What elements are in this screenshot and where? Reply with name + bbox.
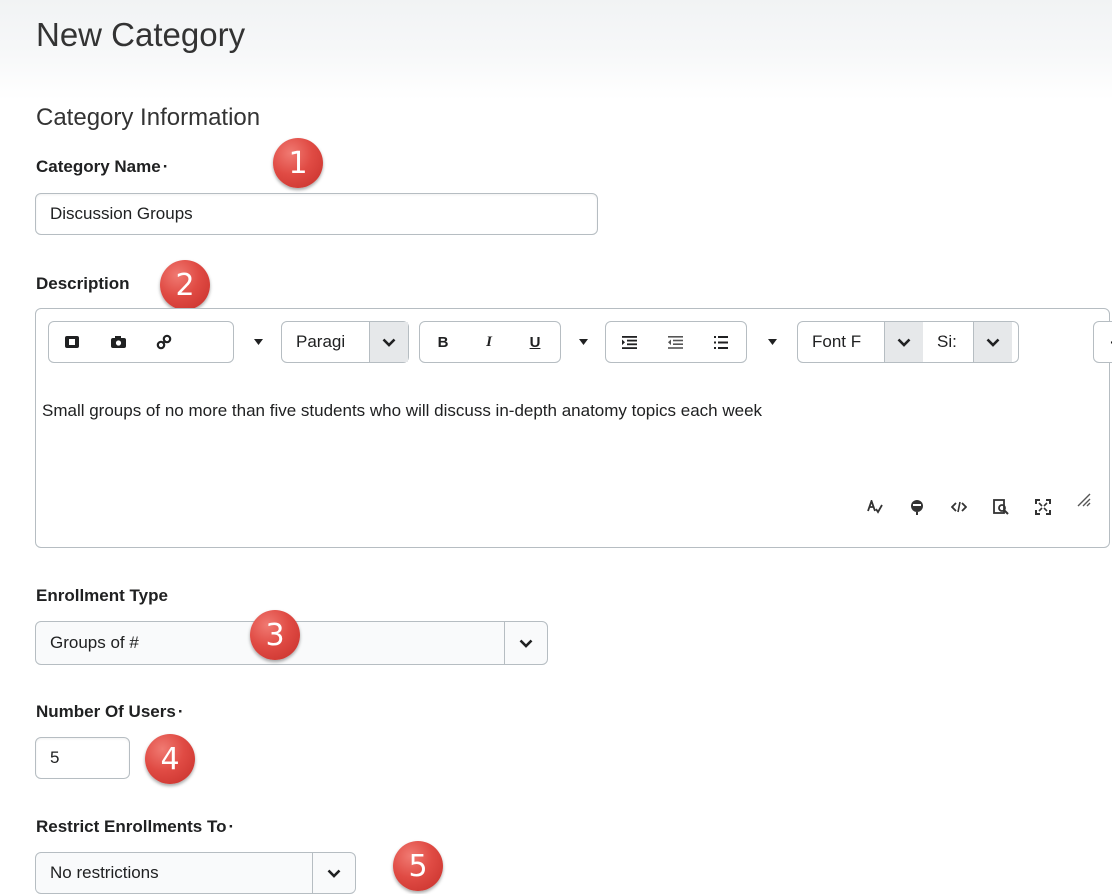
- chevron-down-icon: [897, 338, 911, 347]
- annotation-badge-4: 4: [145, 734, 195, 784]
- more-options-button[interactable]: ···: [1093, 321, 1112, 363]
- camera-icon: [110, 336, 126, 348]
- annotation-badge-5: 5: [393, 841, 443, 891]
- description-editor: Paragi B I U Font F Si: Small groups of …: [35, 308, 1112, 548]
- font-selects-group: Font F Si:: [797, 321, 1019, 363]
- annotation-badge-2: 2: [160, 260, 210, 310]
- restrict-enrollments-select[interactable]: No restrictions: [35, 852, 356, 894]
- category-name-label: Category Name ·: [36, 157, 168, 177]
- bullet-list-button[interactable]: [698, 322, 744, 362]
- caret-down-icon: [578, 339, 588, 345]
- font-size-dropdown-arrow[interactable]: [973, 322, 1012, 362]
- editor-toolbar: Paragi B I U Font F Si:: [48, 321, 1112, 365]
- category-name-input[interactable]: [35, 193, 598, 235]
- restrict-enrollments-label-text: Restrict Enrollments To: [36, 817, 227, 836]
- underline-button[interactable]: U: [512, 322, 558, 362]
- insert-link-button[interactable]: [141, 322, 187, 362]
- source-code-icon[interactable]: [951, 501, 967, 513]
- accessibility-checker-icon[interactable]: [909, 499, 925, 515]
- paragraph-format-value: Paragi: [296, 332, 346, 351]
- description-label: Description: [36, 274, 130, 293]
- description-content[interactable]: Small groups of no more than five studen…: [42, 401, 762, 421]
- outdent-button[interactable]: [652, 322, 698, 362]
- outdent-icon: [667, 335, 683, 349]
- editor-status-bar: [867, 493, 1091, 515]
- category-name-label-text: Category Name: [36, 157, 161, 176]
- resize-handle-icon[interactable]: [1077, 493, 1091, 507]
- insert-image-button[interactable]: [95, 322, 141, 362]
- chevron-down-icon: [519, 639, 533, 648]
- insert-group: [48, 321, 234, 363]
- chevron-down-icon: [986, 338, 1000, 347]
- enrollment-type-dropdown-arrow[interactable]: [504, 622, 547, 664]
- preview-icon[interactable]: [993, 499, 1009, 515]
- font-family-select[interactable]: Font F: [798, 322, 884, 362]
- number-of-users-input[interactable]: [35, 737, 130, 779]
- chevron-down-icon: [382, 338, 396, 347]
- number-of-users-label-text: Number Of Users: [36, 702, 176, 721]
- bold-button[interactable]: B: [420, 322, 466, 362]
- chevron-down-icon: [327, 869, 341, 878]
- spellcheck-icon[interactable]: [867, 500, 883, 514]
- list-indent-group: [605, 321, 747, 363]
- fullscreen-icon[interactable]: [1035, 499, 1051, 515]
- number-of-users-label: Number Of Users ·: [36, 702, 184, 722]
- restrict-enrollments-value: No restrictions: [50, 863, 159, 882]
- text-style-dropdown-button[interactable]: [561, 321, 605, 363]
- annotation-badge-1: 1: [273, 138, 323, 188]
- caret-down-icon: [767, 339, 777, 345]
- list-icon: [714, 335, 728, 349]
- caret-down-icon: [253, 339, 263, 345]
- page-title: New Category: [36, 16, 246, 53]
- indent-icon: [621, 335, 637, 349]
- insert-video-button[interactable]: [49, 322, 95, 362]
- required-marker: ·: [177, 702, 184, 721]
- restrict-enrollments-label: Restrict Enrollments To ·: [36, 817, 234, 837]
- link-icon: [156, 334, 172, 350]
- insert-dropdown-button[interactable]: [234, 321, 282, 363]
- required-marker: ·: [162, 157, 169, 176]
- font-size-select[interactable]: Si:: [923, 322, 973, 362]
- annotation-badge-3: 3: [250, 610, 300, 660]
- text-style-group: B I U: [419, 321, 561, 363]
- required-marker: ·: [228, 817, 235, 836]
- section-title: Category Information: [36, 104, 261, 131]
- font-family-dropdown-arrow[interactable]: [884, 322, 923, 362]
- enrollment-type-label: Enrollment Type: [36, 586, 168, 605]
- restrict-enrollments-dropdown-arrow[interactable]: [312, 853, 355, 893]
- italic-button[interactable]: I: [466, 322, 512, 362]
- indent-button[interactable]: [606, 322, 652, 362]
- paragraph-dropdown-arrow[interactable]: [369, 322, 408, 362]
- list-dropdown-button[interactable]: [747, 321, 797, 363]
- video-icon: [65, 336, 79, 348]
- paragraph-format-select[interactable]: Paragi: [281, 321, 409, 363]
